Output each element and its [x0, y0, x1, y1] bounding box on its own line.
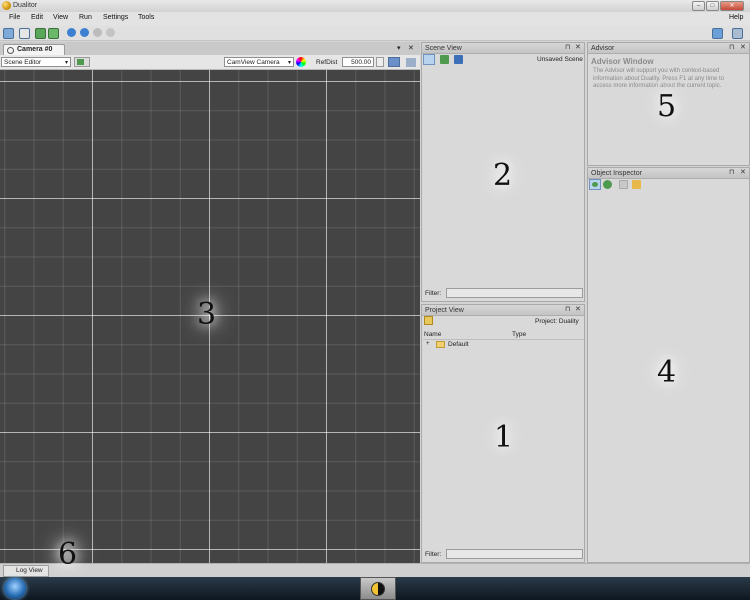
menu-edit[interactable]: Edit [31, 14, 43, 21]
folder-icon [436, 341, 445, 348]
close-icon[interactable]: ✕ [575, 43, 581, 51]
save-scene-icon[interactable] [454, 55, 463, 64]
pin-icon[interactable]: ⊓ [729, 168, 734, 176]
tree-expander-icon[interactable]: + [426, 341, 430, 347]
save-icon[interactable] [19, 28, 30, 39]
scene-filter-input[interactable] [446, 288, 583, 298]
color-wheel-icon[interactable] [296, 57, 306, 67]
layer-icon [77, 59, 84, 65]
region-number-1: 1 [494, 420, 514, 455]
log-strip [0, 563, 750, 578]
log-view-label: Log View [16, 567, 43, 574]
maximize-button[interactable]: □ [706, 1, 719, 11]
stop-icon[interactable] [93, 28, 102, 37]
camera-select[interactable]: CamView Camera ▾ [224, 57, 294, 67]
refresh-button[interactable] [589, 179, 601, 190]
refresh-icon [592, 182, 598, 187]
region-number-6: 6 [58, 537, 78, 572]
pin-icon[interactable]: ⊓ [565, 305, 570, 313]
advisor-body: The Advisor will support you with contex… [593, 68, 724, 89]
close-icon[interactable]: ✕ [740, 168, 746, 176]
save-all-icon[interactable] [48, 28, 59, 39]
scene-status: Unsaved Scene [537, 56, 583, 63]
new-icon[interactable] [3, 28, 14, 39]
layer-button[interactable] [74, 57, 90, 67]
snap-icon[interactable] [406, 58, 416, 67]
grid-options-icon[interactable] [388, 57, 400, 67]
start-button[interactable] [4, 578, 26, 599]
mode-select[interactable]: Scene Editor ▾ [1, 57, 71, 67]
log-view-tab[interactable]: Log View [3, 565, 49, 577]
menu-settings[interactable]: Settings [103, 14, 128, 21]
yin-yang-icon [371, 582, 385, 596]
region-number-3: 3 [197, 297, 217, 332]
scene-filter-label: Filter: [425, 290, 442, 297]
project-filter-input[interactable] [446, 549, 583, 559]
column-type-header[interactable]: Type [512, 331, 526, 338]
layout-icon[interactable] [712, 28, 723, 39]
scene-view-title: Scene View [422, 43, 584, 54]
menu-file[interactable]: File [9, 14, 20, 21]
project-filter-label: Filter: [425, 551, 442, 558]
pin-icon[interactable]: ⊓ [729, 43, 734, 51]
title-bar [0, 0, 750, 12]
window-title: Dualitor [13, 2, 38, 9]
region-number-2: 2 [493, 158, 513, 193]
taskbar-dualitor-button[interactable] [360, 577, 396, 600]
object-inspector-title: Object Inspector [588, 168, 749, 179]
copy-icon[interactable] [619, 180, 628, 189]
tree-item-default[interactable]: Default [448, 341, 469, 348]
header-divider [423, 339, 584, 340]
chevron-down-icon: ▾ [64, 60, 68, 66]
lock-icon[interactable] [632, 180, 641, 189]
close-icon[interactable]: ✕ [575, 305, 581, 313]
refdist-input[interactable]: 500.00 [342, 57, 374, 67]
menu-view[interactable]: View [53, 14, 68, 21]
tab-menu-icon[interactable]: ▾ [397, 44, 401, 52]
mode-select-value: Scene Editor [4, 59, 42, 66]
region-number-5: 5 [657, 89, 677, 124]
chevron-down-icon: ▾ [287, 60, 291, 66]
tab-camera-label: Camera #0 [17, 46, 53, 53]
play-icon[interactable] [67, 28, 76, 37]
options-icon[interactable] [732, 28, 743, 39]
menu-run[interactable]: Run [79, 14, 92, 21]
close-icon[interactable]: ✕ [740, 43, 746, 51]
region-number-4: 4 [657, 355, 677, 390]
refdist-stepper[interactable] [376, 57, 384, 67]
new-scene-button[interactable] [423, 54, 435, 65]
advisor-title: Advisor [588, 43, 749, 54]
tab-close-icon[interactable]: ✕ [408, 44, 414, 52]
project-view-title: Project View [422, 305, 584, 316]
settings-icon[interactable] [603, 180, 612, 189]
menu-tools[interactable]: Tools [138, 14, 154, 21]
column-name-header[interactable]: Name [424, 331, 441, 338]
refdist-label: RefDist [316, 59, 338, 66]
yin-yang-icon [2, 1, 11, 10]
step-icon[interactable] [106, 28, 115, 37]
minimize-button[interactable]: – [692, 1, 705, 11]
camera-icon [7, 47, 14, 54]
open-icon[interactable] [35, 28, 46, 39]
pin-icon[interactable]: ⊓ [565, 43, 570, 51]
close-button[interactable]: ✕ [720, 1, 744, 11]
project-label: Project: Duality [535, 318, 579, 325]
advisor-heading: Advisor Window [591, 57, 654, 66]
open-scene-icon[interactable] [440, 55, 449, 64]
camera-select-value: CamView Camera [227, 59, 280, 66]
folder-icon[interactable] [424, 316, 433, 325]
pause-icon[interactable] [80, 28, 89, 37]
menu-help[interactable]: Help [729, 14, 743, 21]
